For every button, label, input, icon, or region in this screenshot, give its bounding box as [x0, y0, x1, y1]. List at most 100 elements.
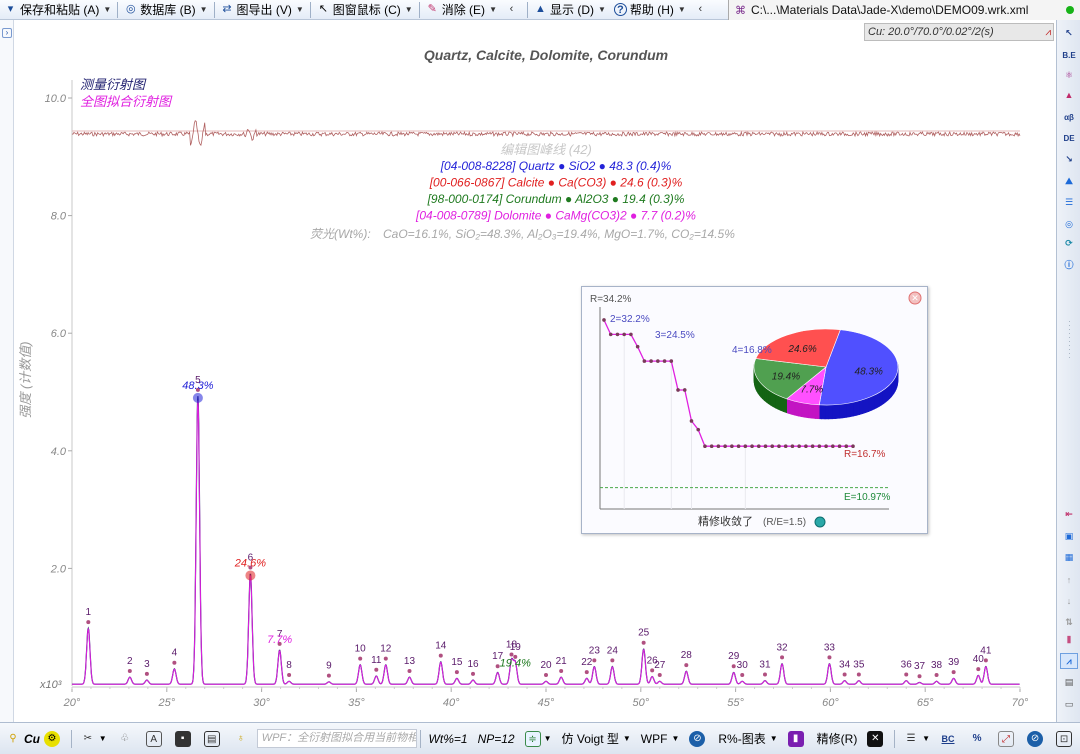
x-tick-label: 60° [822, 697, 839, 709]
arrow-down-icon[interactable]: ↓ [1060, 593, 1078, 609]
peak-number: 22 [581, 657, 593, 668]
peak-marker [407, 668, 412, 673]
menu-database[interactable]: ◎ 数据库 (B) ▼ [120, 1, 211, 19]
r-point [602, 318, 606, 322]
wpf-select[interactable]: WPF ▼ [636, 728, 685, 750]
peak-number: 35 [853, 659, 865, 670]
curve-button[interactable]: ⤢ [993, 728, 1022, 750]
scroll-icon[interactable]: ▭ [1060, 696, 1078, 712]
record-button[interactable]: ▮ [783, 728, 812, 750]
zoom-icon: ⊡ [1056, 730, 1073, 747]
info-circle-icon[interactable]: ⓘ [1060, 256, 1078, 272]
np-label[interactable]: NP=12 [473, 728, 520, 750]
bars-icon[interactable]: ⦀ [1060, 632, 1078, 648]
peak-tool-icon[interactable]: ▲ [1060, 87, 1078, 103]
scroll-left-button[interactable]: ‹ [501, 1, 525, 19]
r-point [783, 444, 788, 449]
menu-save-paste[interactable]: ▾ 保存和粘贴 (A) ▼ [0, 1, 115, 19]
zoom-button[interactable]: ⊡ [1051, 728, 1080, 750]
wavelength-button[interactable]: ⚲ Cu ⚙ [0, 728, 68, 750]
wavelength-info-box[interactable]: Cu: 20.0°/70.0°/0.02°/2(s) ⩘ [864, 23, 1054, 41]
chart-view-icon[interactable]: ⩘ [1060, 653, 1078, 669]
bc-button[interactable]: BC [935, 728, 964, 750]
mountain-icon[interactable]: ⛰ [1060, 173, 1078, 189]
x-tick-label: 70° [1012, 697, 1029, 709]
x-tick-label: 40° [443, 697, 460, 709]
display-icon: ▲ [535, 3, 546, 15]
peak-marker [731, 664, 736, 669]
compass2-button[interactable]: ⊘ [1022, 728, 1051, 750]
percent-button[interactable]: % [964, 728, 993, 750]
line-tool-icon[interactable]: ↘ [1060, 151, 1078, 167]
peak-number: 27 [654, 660, 666, 671]
grid-icon[interactable]: ▦ [1060, 549, 1078, 565]
be-icon[interactable]: B.E [1060, 47, 1078, 63]
peak-marker [780, 655, 785, 660]
peak-marker [827, 655, 832, 660]
arrow-left-icon[interactable]: ⇤ [1060, 506, 1078, 522]
r-end-label: R=16.7% [844, 449, 886, 460]
target-icon[interactable]: ◎ [1060, 216, 1078, 232]
pie-side [786, 398, 790, 414]
export-button[interactable]: ▤ [199, 728, 228, 750]
peak-marker [917, 674, 922, 679]
window-icon[interactable]: ▣ [1060, 528, 1078, 544]
hint-button[interactable]: ♁ [228, 728, 257, 750]
stepper-icon: ≑ [524, 730, 541, 747]
r-point [669, 359, 674, 363]
menu-display[interactable]: ▲ 显示 (D) ▼ [530, 1, 610, 19]
peak-number: 9 [326, 661, 332, 672]
wpf-input[interactable]: WPF：全衍射图拟合用当前物相列或拾取 [256, 729, 417, 748]
phase-percent-label: 19.4% [500, 657, 531, 669]
ab-icon[interactable]: αβ [1060, 109, 1078, 125]
compass-button[interactable]: ⊘ [684, 728, 713, 750]
r-point [676, 388, 680, 392]
peak-list-label[interactable]: 编辑图峰线 (42) [500, 142, 592, 157]
refresh-icon[interactable]: ⟳ [1060, 235, 1078, 251]
profile-select[interactable]: 仿 Voigt 型 ▼ [557, 728, 636, 750]
e-label: E=10.97% [844, 492, 891, 503]
table-icon[interactable]: ▤ [1060, 674, 1078, 690]
pointer-icon[interactable]: ↖ [1060, 25, 1078, 41]
menu-erase[interactable]: ✎ 消除 (E) ▼ [422, 1, 501, 19]
r-label-4: 4=16.8% [732, 345, 772, 356]
menu-lines-icon: ☰ [906, 732, 916, 744]
brush-button[interactable]: ♧ [112, 728, 141, 750]
peak-marker [358, 656, 363, 661]
peak-marker [976, 667, 981, 672]
clear-button[interactable]: ✕ [862, 728, 891, 750]
menu-export[interactable]: ⇄ 图导出 (V) ▼ [217, 1, 308, 19]
refine-button[interactable]: 精修(R) [812, 728, 863, 750]
menu-help[interactable]: ? 帮助 (H) ▼ [610, 1, 690, 19]
r-point [777, 444, 781, 449]
peak-number: 37 [914, 661, 926, 672]
peak-number: 16 [467, 659, 479, 670]
compass-icon: ⊘ [689, 730, 706, 747]
scroll-left-button-2[interactable]: ‹ [690, 1, 714, 19]
np-stepper[interactable]: ≑ ▼ [520, 728, 557, 750]
tools-button[interactable]: ✂ ▼ [75, 728, 112, 750]
list-menu-button[interactable]: ☰ ▼ [898, 728, 935, 750]
x-tick-label: 35° [348, 697, 365, 709]
menu-mouse[interactable]: ↖ 图窗鼠标 (C) ▼ [313, 1, 417, 19]
molecule-tool-icon[interactable]: ⚛ [1060, 67, 1078, 83]
brush-icon: ♧ [120, 732, 130, 744]
peak-number: 21 [556, 656, 568, 667]
peak-marker [287, 673, 292, 678]
save-button[interactable]: ▪ [170, 728, 199, 750]
refinement-popup[interactable]: 48.3% 7.7% 19.4% 24.6% R=34.2% 2=32.2% 3=24… [581, 286, 928, 534]
arrow-up-icon[interactable]: ↑ [1060, 572, 1078, 588]
info-icon[interactable] [814, 516, 826, 528]
page-button[interactable]: A [141, 728, 170, 750]
de-icon[interactable]: DE [1060, 130, 1078, 146]
peak-number: 32 [776, 642, 788, 653]
list-icon[interactable]: ☰ [1060, 194, 1078, 210]
r-point [837, 444, 842, 449]
peak-number: 38 [931, 660, 943, 671]
r-point [844, 444, 849, 449]
chart-title: Quartz, Calcite, Dolomite, Corundum [424, 47, 668, 63]
lamp-icon: ⚲ [9, 732, 17, 744]
swap-icon[interactable]: ⇅ [1060, 614, 1078, 630]
export-icon: ⇄ [222, 3, 232, 15]
r-chart-select[interactable]: R%-图表 ▼ [713, 728, 782, 750]
